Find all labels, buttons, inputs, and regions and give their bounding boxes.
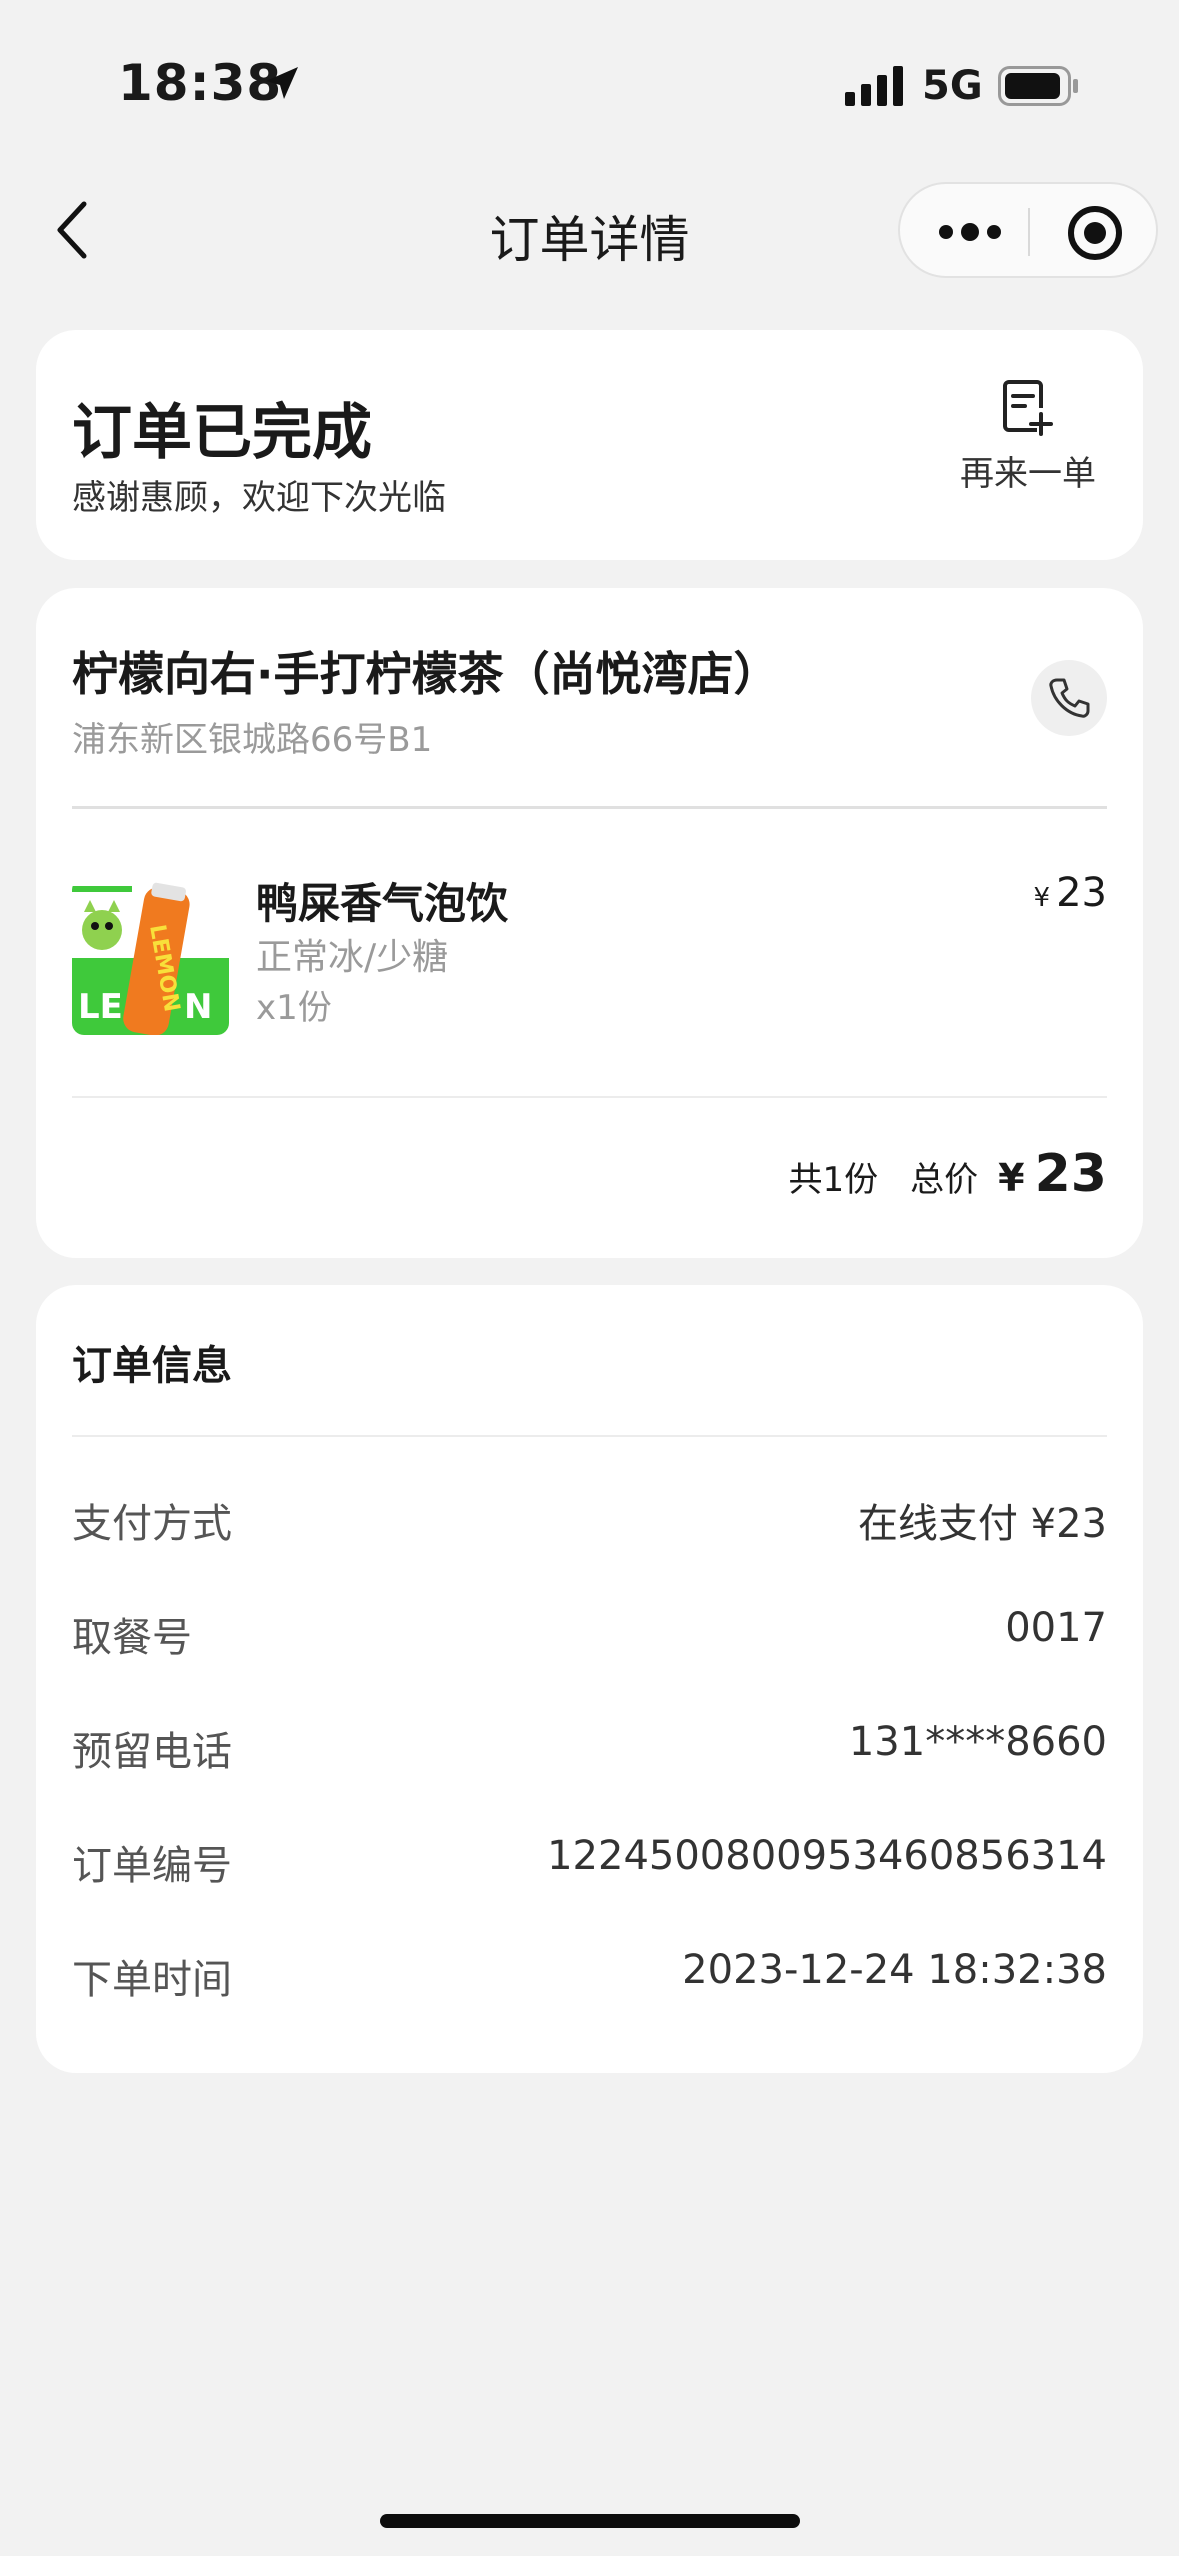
item-count: 共1份	[788, 1160, 879, 1200]
shop-divider	[72, 806, 1107, 809]
info-label: 支付方式	[72, 1501, 232, 1547]
info-label: 预留电话	[72, 1729, 232, 1775]
status-time: 18:38	[118, 54, 283, 112]
info-label: 订单编号	[72, 1843, 232, 1889]
shop-address: 浦东新区银城路66号B1	[72, 720, 433, 760]
network-type: 5G	[922, 63, 983, 109]
product-spec: 正常冰/少糖	[256, 937, 449, 978]
order-info-divider	[72, 1435, 1107, 1437]
order-status-title: 订单已完成	[72, 398, 372, 468]
product-name: 鸭屎香气泡饮	[256, 879, 509, 928]
info-row-pickup-number: 取餐号 0017	[72, 1605, 1107, 1665]
info-value: 131****8660	[848, 1719, 1107, 1765]
reorder-label: 再来一单	[960, 454, 1096, 494]
total-label: 总价	[910, 1160, 979, 1200]
home-indicator[interactable]	[380, 2514, 800, 2528]
capsule-divider	[1028, 208, 1030, 256]
order-summary: 共1份 总价 ¥ 23	[789, 1144, 1107, 1204]
product-price-value: 23	[1056, 870, 1107, 916]
phone-icon	[1049, 678, 1090, 718]
info-row-order-number: 订单编号 1224500800953460856314	[72, 1833, 1107, 1893]
order-status-card: 订单已完成 感谢惠顾，欢迎下次光临 再来一单	[36, 330, 1143, 560]
info-label: 取餐号	[72, 1615, 192, 1661]
status-bar: 18:38 5G	[0, 0, 1179, 150]
reorder-button[interactable]: 再来一单	[953, 378, 1103, 518]
svg-text:N: N	[184, 987, 212, 1027]
order-info-card: 订单信息 支付方式 在线支付 ¥23 取餐号 0017 预留电话 131****…	[36, 1285, 1143, 2073]
order-status-subtitle: 感谢惠顾，欢迎下次光临	[72, 478, 446, 518]
items-divider	[72, 1096, 1107, 1098]
info-row-order-time: 下单时间 2023-12-24 18:32:38	[72, 1947, 1107, 2007]
shop-name: 柠檬向右·手打柠檬茶（尚悦湾店）	[72, 647, 780, 701]
close-mini-program-button[interactable]	[1060, 198, 1130, 268]
info-label: 下单时间	[72, 1957, 232, 2003]
more-icon	[939, 223, 1001, 241]
total-price: 23	[1034, 1144, 1107, 1204]
product-price: ¥23	[1034, 870, 1107, 916]
info-row-phone: 预留电话 131****8660	[72, 1719, 1107, 1779]
order-detail-page: 18:38 5G 订单详情 订单已完成 感谢惠顾，欢迎下次光临 再来一单 柠檬向…	[0, 0, 1179, 2556]
info-value[interactable]: 1224500800953460856314	[547, 1833, 1107, 1879]
call-shop-button[interactable]	[1031, 660, 1107, 736]
reorder-icon	[1003, 380, 1053, 436]
info-value: 2023-12-24 18:32:38	[682, 1947, 1107, 1993]
svg-text:LE: LE	[78, 987, 123, 1027]
signal-icon	[845, 66, 907, 110]
location-arrow-icon	[262, 63, 302, 107]
total-currency: ¥	[998, 1156, 1025, 1200]
product-qty: x1份	[256, 988, 332, 1028]
order-info-title: 订单信息	[72, 1343, 232, 1389]
product-image: LEMON LE N	[72, 878, 229, 1035]
battery-icon	[998, 66, 1080, 110]
nav-bar: 订单详情	[0, 170, 1179, 290]
info-value: 0017	[1005, 1605, 1107, 1651]
target-icon	[1068, 206, 1122, 260]
info-value: 在线支付 ¥23	[857, 1501, 1107, 1547]
shop-card: 柠檬向右·手打柠檬茶（尚悦湾店） 浦东新区银城路66号B1 LEMON LE N…	[36, 588, 1143, 1258]
product-currency: ¥	[1033, 883, 1051, 913]
more-button[interactable]	[930, 204, 1010, 260]
info-row-payment: 支付方式 在线支付 ¥23	[72, 1491, 1107, 1551]
mini-program-capsule	[898, 182, 1158, 278]
